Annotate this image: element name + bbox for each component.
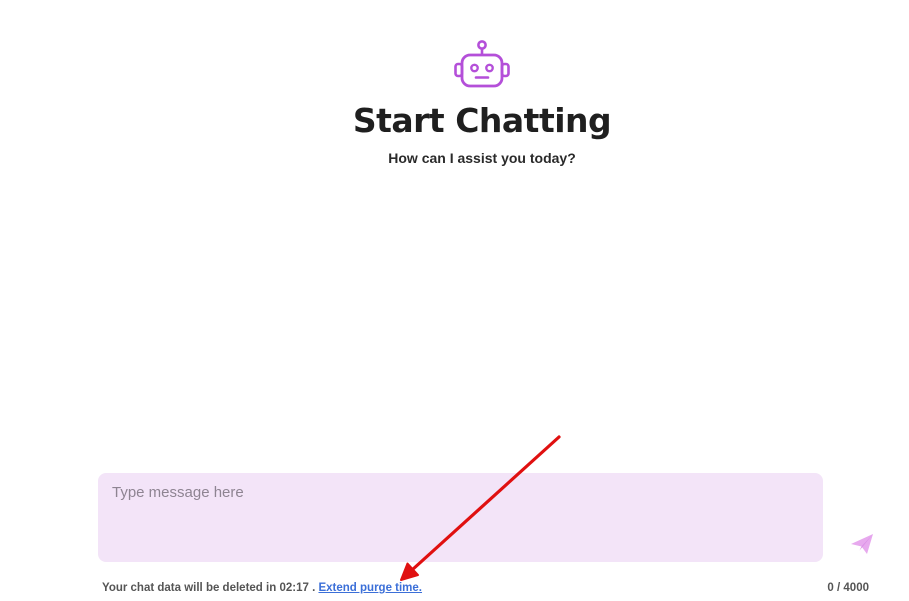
character-counter: 0 / 4000 <box>827 582 869 594</box>
purge-countdown: 02:17 <box>279 582 309 594</box>
paper-plane-icon <box>851 534 873 554</box>
message-input[interactable] <box>98 473 823 562</box>
chat-page: Start Chatting How can I assist you toda… <box>0 0 909 601</box>
robot-icon <box>454 40 510 88</box>
purge-separator: . <box>312 582 316 594</box>
purge-notice-text: Your chat data will be deleted in <box>102 582 277 594</box>
page-subtitle: How can I assist you today? <box>388 150 576 166</box>
extend-purge-link[interactable]: Extend purge time. <box>318 582 422 594</box>
send-button[interactable] <box>850 533 874 555</box>
purge-notice: Your chat data will be deleted in 02:17 … <box>102 582 422 594</box>
page-title: Start Chatting <box>352 101 612 140</box>
